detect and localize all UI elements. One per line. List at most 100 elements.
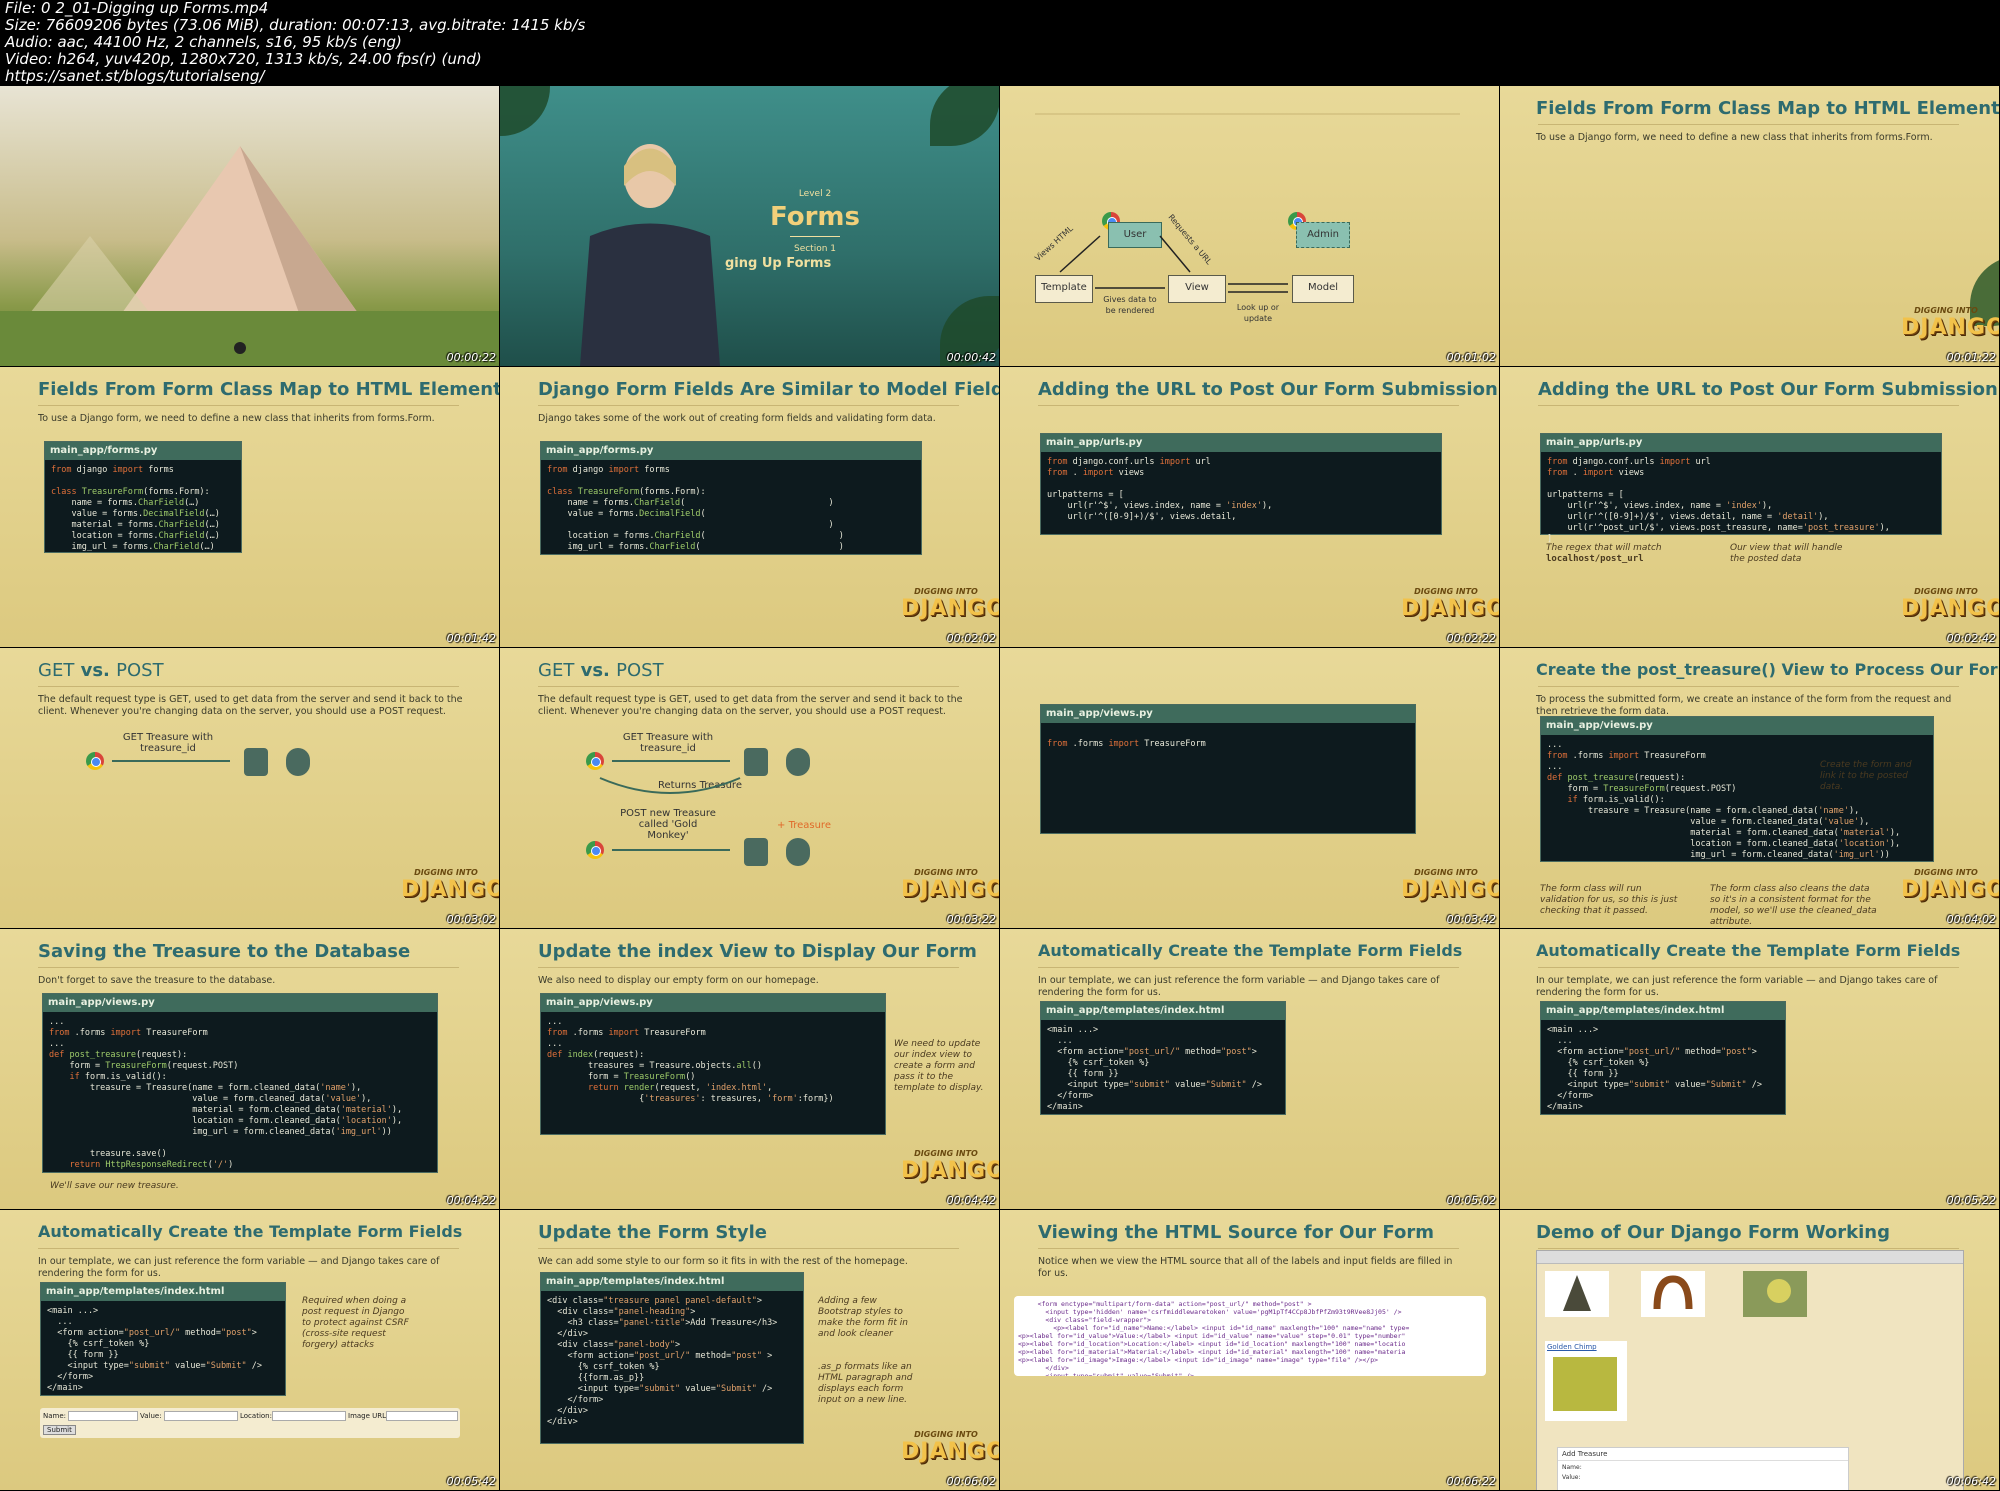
slide-title: Django Form Fields Are Similar to Model … <box>538 379 999 400</box>
timestamp: 00:05:02 <box>1446 1194 1496 1207</box>
code-panel: main_app/views.py ... from .forms import… <box>42 993 438 1173</box>
slide-title: Adding the URL to Post Our Form Submissi… <box>1038 379 1498 400</box>
rendered-form-preview: Name: Value: Location: Image URL: Submit <box>40 1408 460 1438</box>
add-treasure-panel: Add Treasure Name: Value: <box>1557 1447 1849 1490</box>
value-label: Value: <box>1562 1474 1581 1481</box>
django-logo: DIGGING INTO DJANGO <box>401 868 499 902</box>
title-rule <box>538 405 959 406</box>
code-file-name: main_app/urls.py <box>1541 434 1941 452</box>
golden-chimp-link[interactable]: Golden Chimp <box>1545 1341 1627 1353</box>
code-file-name: main_app/forms.py <box>45 442 241 460</box>
value-input[interactable] <box>164 1411 238 1421</box>
django-logo: DIGGING INTO DJANGO <box>1401 868 1499 902</box>
code-file-name: main_app/views.py <box>1041 705 1415 723</box>
name-input[interactable] <box>68 1411 138 1421</box>
add-treasure-heading: Add Treasure <box>1558 1448 1848 1461</box>
timestamp: 00:03:42 <box>1446 913 1496 926</box>
thumb-4-form-class-intro[interactable]: Fields From Form Class Map to HTML Eleme… <box>1500 86 1999 366</box>
gives-data-label: Gives data to be rendered <box>1103 295 1157 315</box>
timestamp: 00:05:42 <box>446 1475 496 1488</box>
code-panel: main_app/templates/index.html <div class… <box>540 1272 804 1444</box>
location-input[interactable] <box>272 1411 346 1421</box>
timestamp: 00:02:42 <box>1946 632 1996 645</box>
timestamp: 00:02:02 <box>946 632 996 645</box>
forms-title: Forms <box>770 202 860 232</box>
thumb-14-index-view[interactable]: Update the index View to Display Our For… <box>500 929 999 1209</box>
title-rule <box>1538 405 1959 406</box>
thumb-18-form-style[interactable]: Update the Form Style We can add some st… <box>500 1210 999 1490</box>
file-info-header: File: 0 2_01-Digging up Forms.mp4 Size: … <box>0 0 2000 85</box>
csrf-note: Required when doing a post request in Dj… <box>302 1296 409 1350</box>
thumb-3-mvc-diagram[interactable]: User Admin Template View Model Views HTM… <box>1000 86 1499 366</box>
title-rule <box>1038 405 1459 406</box>
video-info: Video: h264, yuv420p, 1280x720, 1313 kb/… <box>5 50 482 68</box>
code-file-name: main_app/templates/index.html <box>1541 1002 1785 1020</box>
slide-title: Create the post_treasure() View to Proce… <box>1536 660 1999 679</box>
thumb-16-template-form-highlight[interactable]: Automatically Create the Template Form F… <box>1500 929 1999 1209</box>
treasure-image-2[interactable] <box>1641 1271 1705 1317</box>
bootstrap-note: Adding a few Bootstrap styles to make th… <box>818 1296 908 1339</box>
timestamp: 00:06:22 <box>1446 1475 1496 1488</box>
timestamp: 00:00:42 <box>946 351 996 364</box>
thumb-7-urls-py[interactable]: Adding the URL to Post Our Form Submissi… <box>1000 367 1499 647</box>
thumb-2-presenter[interactable]: Level 2 Forms Section 1 ging Up Forms 00… <box>500 86 999 366</box>
slide-title: Automatically Create the Template Form F… <box>1038 941 1463 960</box>
thumb-10-get-vs-post-returns[interactable]: GET vs. POST The default request type is… <box>500 648 999 928</box>
thumb-20-demo[interactable]: Demo of Our Django Form Working Golden C… <box>1500 1210 1999 1490</box>
lookup-label: Look up or update <box>1236 303 1280 323</box>
thumb-9-get-vs-post[interactable]: GET vs. POST The default request type is… <box>0 648 499 928</box>
code-panel: main_app/urls.py from django.conf.urls i… <box>1540 433 1942 544</box>
slide-title: Update the Form Style <box>538 1222 768 1243</box>
name-label: Name: <box>43 1412 67 1420</box>
timestamp: 00:00:22 <box>446 351 496 364</box>
code-panel: main_app/views.py ... from .forms import… <box>540 993 886 1135</box>
title-rule <box>1538 1248 1959 1249</box>
title-rule <box>538 967 959 968</box>
thumb-13-save-treasure[interactable]: Saving the Treasure to the Database Don'… <box>0 929 499 1209</box>
thumb-1-pyramid-scene[interactable]: 00:00:22 <box>0 86 499 366</box>
slide-title: Automatically Create the Template Form F… <box>1536 941 1961 960</box>
thumb-6-form-fields[interactable]: Django Form Fields Are Similar to Model … <box>500 367 999 647</box>
slide-title: Fields From Form Class Map to HTML Eleme… <box>1536 98 1999 119</box>
timestamp: 00:02:22 <box>1446 632 1496 645</box>
slide-subtitle: Notice when we view the HTML source that… <box>1038 1256 1453 1279</box>
code-file-name: main_app/views.py <box>43 994 437 1012</box>
slide-subtitle: We also need to display our empty form o… <box>538 975 819 986</box>
code-file-name: main_app/views.py <box>541 994 885 1012</box>
golden-chimp-image <box>1553 1357 1617 1411</box>
thumb-17-template-csrf[interactable]: Automatically Create the Template Form F… <box>0 1210 499 1490</box>
file-size: Size: 76609206 bytes (73.06 MiB), durati… <box>5 16 586 34</box>
thumb-15-template-form[interactable]: Automatically Create the Template Form F… <box>1000 929 1499 1209</box>
timestamp: 00:03:22 <box>946 913 996 926</box>
timestamp: 00:06:02 <box>946 1475 996 1488</box>
value-label: Value: <box>140 1412 162 1420</box>
treasure-image-1[interactable] <box>1545 1271 1609 1317</box>
timestamp: 00:01:22 <box>1946 351 1996 364</box>
as-p-note: .as_p formats like an HTML paragraph and… <box>818 1362 913 1405</box>
leaf-decoration <box>930 86 999 146</box>
create-form-note: Create the form and link it to the poste… <box>1820 760 1912 792</box>
treasure-image-3[interactable] <box>1743 1271 1807 1317</box>
thumb-11-views-import[interactable]: main_app/views.py from .forms import Tre… <box>1000 648 1499 928</box>
validation-note: The form class will run validation for u… <box>1540 884 1678 916</box>
thumb-8-urls-post[interactable]: Adding the URL to Post Our Form Submissi… <box>1500 367 1999 647</box>
image-url-input[interactable] <box>386 1411 458 1421</box>
leaf-decoration <box>500 86 550 136</box>
index-note: We need to update our index view to crea… <box>894 1039 984 1093</box>
slide-subtitle: To use a Django form, we need to define … <box>1536 132 1933 143</box>
section-label: Section 1 <box>793 244 837 254</box>
slide-subtitle: We can add some style to our form so it … <box>538 1256 908 1267</box>
django-logo: DIGGING INTO DJANGO <box>1401 587 1499 621</box>
title-rule <box>38 1248 459 1249</box>
golden-chimp-card[interactable]: Golden Chimp <box>1545 1341 1627 1421</box>
title-rule <box>1538 967 1959 968</box>
submit-button[interactable]: Submit <box>43 1425 76 1435</box>
title-rule <box>38 405 459 406</box>
timestamp: 00:06:42 <box>1946 1475 1996 1488</box>
database-icon <box>286 748 310 776</box>
thumb-12-post-treasure-view[interactable]: Create the post_treasure() View to Proce… <box>1500 648 1999 928</box>
code-file-name: main_app/urls.py <box>1041 434 1441 452</box>
slide-title: Update the index View to Display Our For… <box>538 941 977 962</box>
thumb-5-forms-py[interactable]: Fields From Form Class Map to HTML Eleme… <box>0 367 499 647</box>
thumb-19-html-source[interactable]: Viewing the HTML Source for Our Form Not… <box>1000 1210 1499 1490</box>
